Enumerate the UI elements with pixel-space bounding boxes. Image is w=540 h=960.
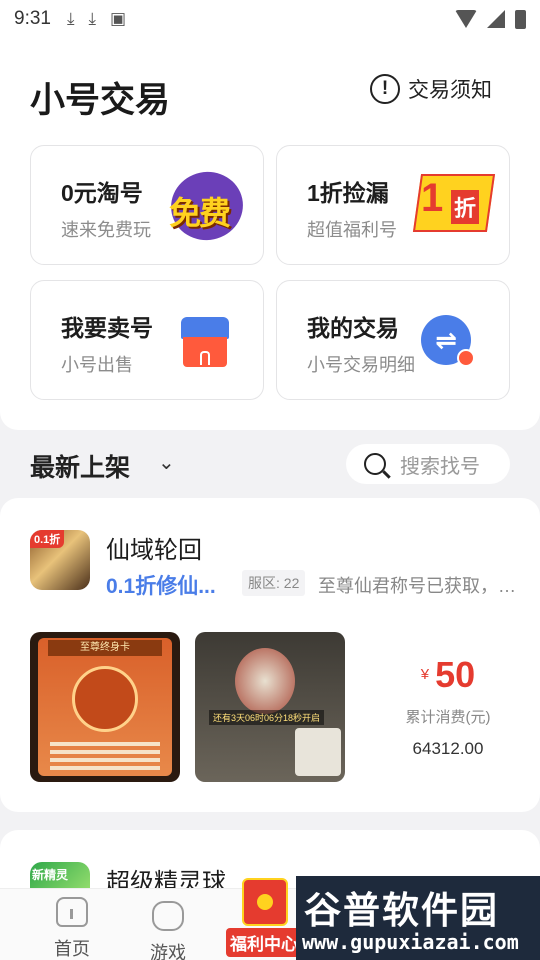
sort-dropdown-label[interactable]: 最新上架 [30,448,130,484]
chevron-down-icon[interactable]: ⌄ [158,450,175,475]
home-icon [56,897,88,927]
discount-badge-icon: 1 折 [412,168,496,240]
tab-label: 游戏 [150,943,186,960]
card-title: 1折捡漏 [307,180,389,206]
top-section: 小号交易 ! 交易须知 0元淘号 速来免费玩 免费 1折捡漏 超值福利号 1 折… [0,38,540,430]
page-title: 小号交易 [30,81,171,120]
game-icon-tag: 新精灵 [32,868,69,882]
card-subtitle: 速来免费玩 [61,220,151,240]
game-icon-tag: 0.1折 [30,530,65,548]
screenshot-caption: 还有3天06时06分18秒开启 [209,710,325,725]
listing-screenshot[interactable]: 还有3天06时06分18秒开启 [195,632,345,782]
trade-notice-label: 交易须知 [408,79,492,102]
card-subtitle: 小号出售 [61,355,133,375]
price-box: ¥50 累计消费(元) 64312.00 [380,654,516,759]
search-input[interactable]: 搜索找号 [346,444,510,484]
card-free-account[interactable]: 0元淘号 速来免费玩 免费 [30,145,264,265]
trade-notice-button[interactable]: ! 交易须知 [370,74,492,104]
watermark-text: 谷普软件园 [304,890,499,931]
status-time: 9:31 [14,8,51,29]
shop-icon [181,317,229,367]
spend-label: 累计消费(元) [405,709,491,726]
card-my-trades[interactable]: 我的交易 小号交易明细 ⇌ [276,280,510,400]
listing-screenshot[interactable]: 至尊终身卡 [30,632,180,782]
search-icon [364,453,386,475]
search-placeholder: 搜索找号 [400,455,480,478]
download-icon: ⤓ [66,9,75,28]
watermark: 谷普软件园 www.gupuxiazai.com [296,876,540,960]
spend-value: 64312.00 [412,739,484,758]
price: ¥50 [380,654,516,696]
tab-home[interactable]: 首页 [32,897,112,960]
wifi-icon [455,10,477,28]
tab-games[interactable]: 游戏 [128,897,208,960]
card-subtitle: 超值福利号 [307,220,397,240]
game-name: 仙域轮回 [106,537,202,564]
card-discount[interactable]: 1折捡漏 超值福利号 1 折 [276,145,510,265]
tab-label: 首页 [54,939,90,959]
keyboard-icon: ▣ [110,9,127,28]
card-subtitle: 小号交易明细 [307,355,415,375]
info-icon: ! [370,74,400,104]
currency-symbol: ¥ [420,666,430,683]
game-icon: 0.1折 [30,530,90,590]
card-sell-account[interactable]: 我要卖号 小号出售 [30,280,264,400]
listing-subtitle: 0.1折修仙... [106,575,216,598]
red-envelope-icon [242,878,288,926]
gamepad-icon [152,901,184,931]
signal-icon [487,10,505,28]
download-icon: ⤓ [88,9,97,28]
screenshot-caption: 至尊终身卡 [48,640,162,656]
welfare-label: 福利中心 [226,928,302,957]
free-badge-icon: 免费 [164,165,250,247]
price-value: 50 [435,654,476,695]
status-bar: 9:31 ⤓ ⤓ ▣ [0,0,540,38]
card-title: 0元淘号 [61,180,143,206]
watermark-url: www.gupuxiazai.com [302,930,519,954]
listing-card[interactable]: 0.1折 仙域轮回 0.1折修仙... 服区: 22 至尊仙君称号已获取，没..… [0,498,540,812]
card-title: 我要卖号 [61,315,153,341]
filter-bar: 最新上架 ⌄ 搜索找号 [0,430,540,498]
swap-icon: ⇌ [421,315,477,369]
free-badge-text: 免费 [169,195,231,231]
battery-icon [515,9,526,29]
listing-description: 至尊仙君称号已获取，没... [318,576,528,596]
card-title: 我的交易 [307,315,399,341]
server-badge: 服区: 22 [242,570,306,596]
